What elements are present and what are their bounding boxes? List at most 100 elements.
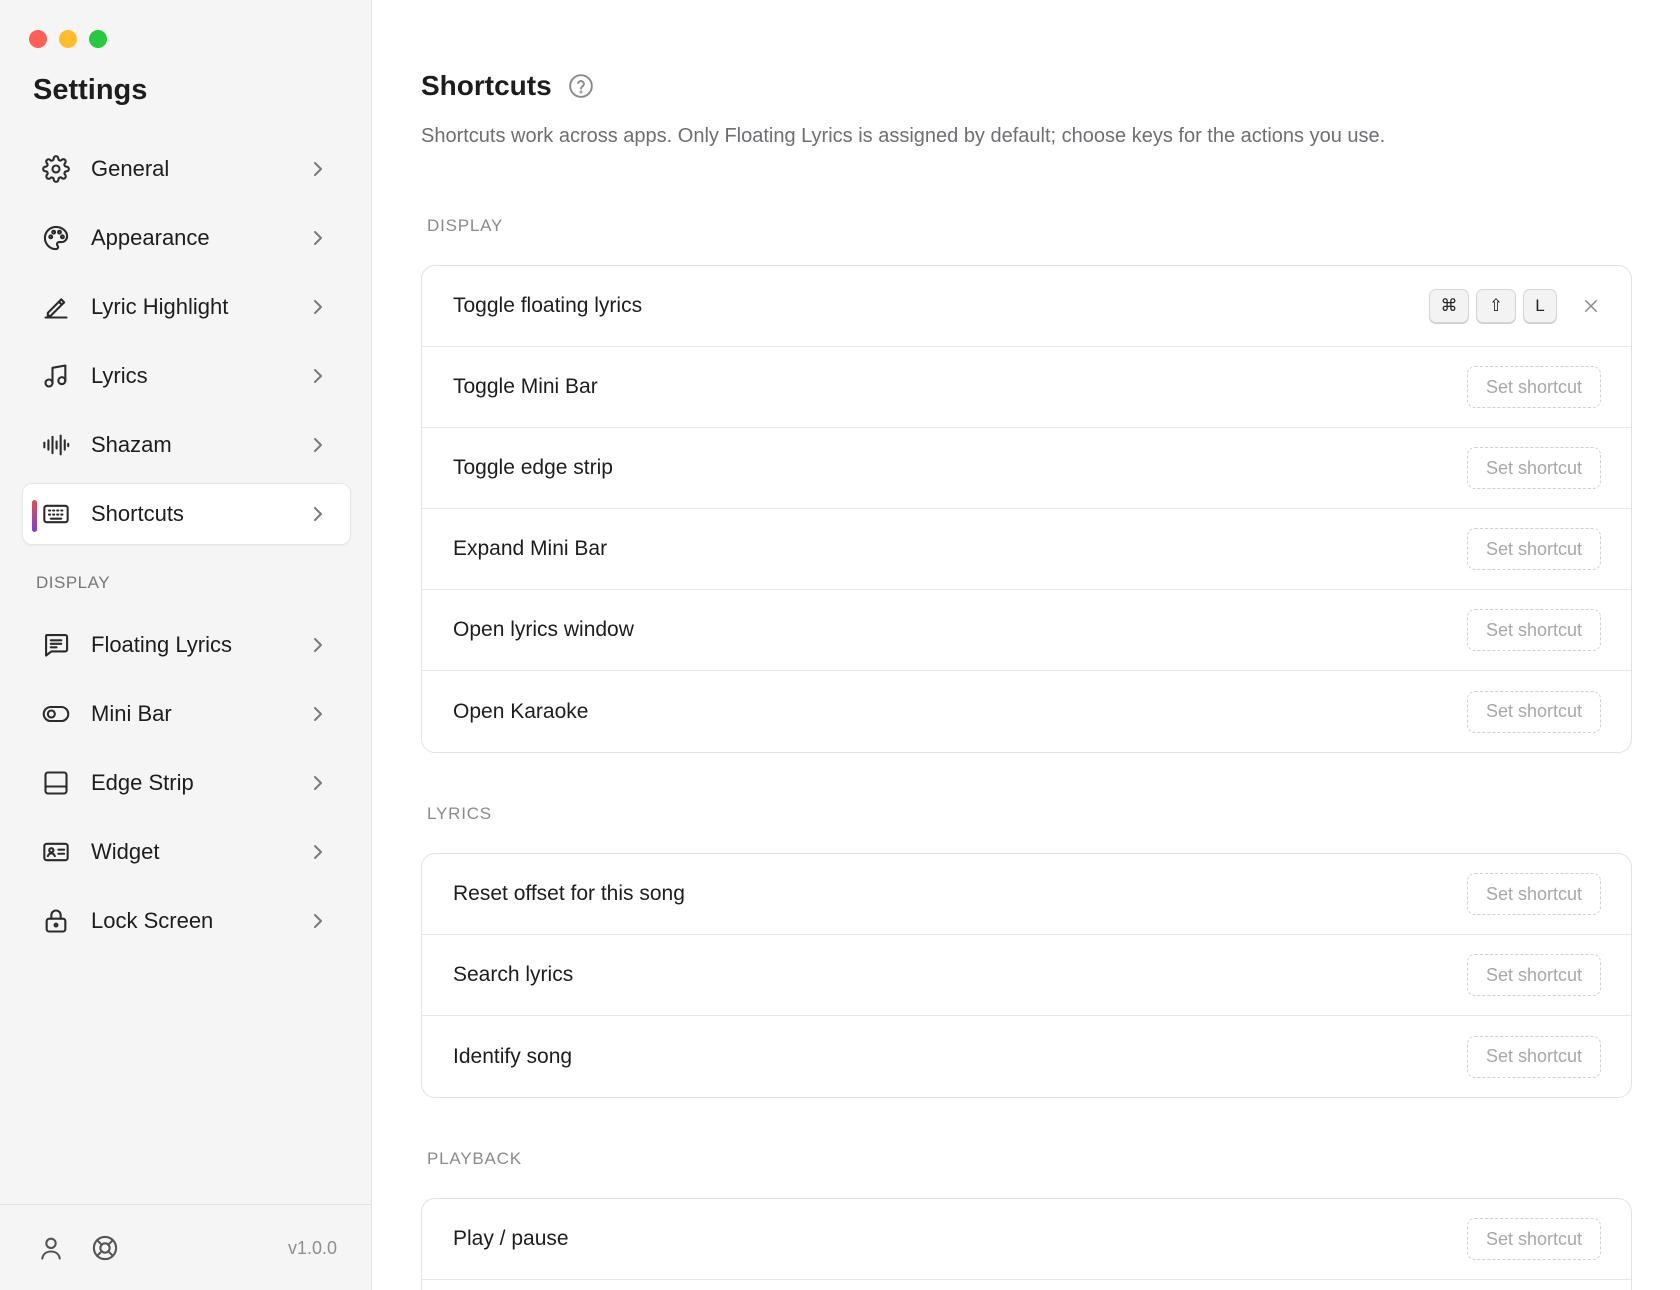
set-shortcut-button[interactable]: Set shortcut	[1467, 609, 1601, 651]
sidebar-footer: v1.0.0	[0, 1204, 371, 1290]
shortcut-label: Open Karaoke	[453, 699, 589, 723]
set-shortcut-button[interactable]: Set shortcut	[1467, 954, 1601, 996]
letter-key: L	[1523, 289, 1557, 323]
chevron-right-icon	[306, 502, 330, 526]
shortcut-label: Toggle edge strip	[453, 456, 613, 479]
set-shortcut-button[interactable]: Set shortcut	[1467, 366, 1601, 408]
set-shortcut-button[interactable]: Set shortcut	[1467, 873, 1601, 915]
sidebar-item-label: Lock Screen	[91, 908, 214, 933]
shortcut-row: Open lyrics window Set shortcut	[422, 590, 1631, 671]
close-window-button[interactable]	[29, 30, 47, 48]
toggle-icon	[41, 699, 71, 729]
page-title-row: Shortcuts	[421, 70, 594, 102]
maximize-window-button[interactable]	[89, 30, 107, 48]
chevron-right-icon	[306, 909, 330, 933]
sidebar-item-label: Edge Strip	[91, 770, 194, 795]
shortcuts-card-display: Toggle floating lyrics ⌘ ⇧ L Toggle Mini…	[421, 265, 1632, 753]
sidebar-item-edge-strip[interactable]: Edge Strip	[22, 752, 351, 814]
shift-key: ⇧	[1476, 289, 1516, 323]
sidebar-item-label: Lyric Highlight	[91, 294, 229, 319]
sidebar-section-display: DISPLAY	[36, 573, 111, 592]
section-label-lyrics: LYRICS	[427, 804, 492, 823]
shortcut-row: Toggle Mini Bar Set shortcut	[422, 347, 1631, 428]
minimize-window-button[interactable]	[59, 30, 77, 48]
sidebar-item-lock-screen[interactable]: Lock Screen	[22, 890, 351, 952]
page-description: Shortcuts work across apps. Only Floatin…	[421, 125, 1386, 147]
sidebar-item-appearance[interactable]: Appearance	[22, 207, 351, 269]
sidebar-item-general[interactable]: General	[22, 138, 351, 200]
music-note-icon	[41, 361, 71, 391]
chevron-right-icon	[306, 295, 330, 319]
sidebar-item-shazam[interactable]: Shazam	[22, 414, 351, 476]
lock-icon	[41, 906, 71, 936]
command-key: ⌘	[1429, 289, 1469, 323]
pen-icon	[41, 292, 71, 322]
set-shortcut-button[interactable]: Set shortcut	[1467, 528, 1601, 570]
sidebar-item-label: Lyrics	[91, 363, 148, 388]
sidebar-item-label: Shortcuts	[91, 501, 184, 526]
chevron-right-icon	[306, 226, 330, 250]
sidebar-item-label: Floating Lyrics	[91, 632, 233, 657]
sidebar-item-lyrics[interactable]: Lyrics	[22, 345, 351, 407]
window-controls	[29, 30, 107, 48]
clear-shortcut-button[interactable]	[1571, 286, 1611, 326]
help-lifebuoy-icon[interactable]	[91, 1234, 119, 1262]
set-shortcut-button[interactable]: Set shortcut	[1467, 447, 1601, 489]
set-shortcut-button[interactable]: Set shortcut	[1467, 690, 1601, 733]
id-card-icon	[41, 837, 71, 867]
chevron-right-icon	[306, 364, 330, 388]
sidebar-item-widget[interactable]: Widget	[22, 821, 351, 883]
sidebar-item-floating-lyrics[interactable]: Floating Lyrics	[22, 614, 351, 676]
shortcut-row: Expand Mini Bar Set shortcut	[422, 509, 1631, 590]
chevron-right-icon	[306, 157, 330, 181]
shortcut-label: Expand Mini Bar	[453, 537, 608, 560]
palette-icon	[41, 223, 71, 253]
message-icon	[41, 630, 71, 660]
shortcut-label: Toggle floating lyrics	[453, 294, 643, 317]
keyboard-icon	[41, 499, 71, 529]
chevron-right-icon	[306, 633, 330, 657]
chevron-right-icon	[306, 702, 330, 726]
shortcut-keys[interactable]: ⌘ ⇧ L	[1422, 286, 1611, 326]
sidebar-item-label: Appearance	[91, 225, 210, 250]
sidebar: Settings General Appearance Lyric Highli…	[0, 0, 372, 1290]
app-version: v1.0.0	[287, 1238, 337, 1258]
set-shortcut-button[interactable]: Set shortcut	[1467, 1035, 1601, 1078]
user-icon[interactable]	[37, 1234, 65, 1262]
sidebar-title: Settings	[33, 74, 148, 106]
shortcut-row: Toggle floating lyrics ⌘ ⇧ L	[422, 266, 1631, 347]
main-content: Shortcuts Shortcuts work across apps. On…	[373, 0, 1680, 1290]
shortcuts-card-lyrics: Reset offset for this song Set shortcut …	[421, 853, 1632, 1098]
shortcut-row: Identify song Set shortcut	[422, 1016, 1631, 1097]
chevron-right-icon	[306, 840, 330, 864]
shortcut-label: Search lyrics	[453, 963, 574, 986]
section-label-playback: PLAYBACK	[427, 1149, 522, 1168]
shortcut-label: Play / pause	[453, 1227, 569, 1250]
sidebar-item-label: General	[91, 156, 170, 181]
shortcut-row: Reset offset for this song Set shortcut	[422, 854, 1631, 935]
shortcut-label: Identify song	[453, 1044, 573, 1068]
sidebar-item-label: Mini Bar	[91, 701, 172, 726]
chevron-right-icon	[306, 433, 330, 457]
set-shortcut-button[interactable]: Set shortcut	[1467, 1218, 1601, 1260]
shortcut-label: Toggle Mini Bar	[453, 375, 598, 398]
sidebar-item-label: Widget	[91, 839, 160, 864]
question-circle-icon[interactable]	[568, 73, 594, 99]
sidebar-item-shortcuts[interactable]: Shortcuts	[22, 483, 351, 545]
sidebar-item-label: Shazam	[91, 432, 172, 457]
edge-panel-icon	[41, 768, 71, 798]
sidebar-item-lyric-highlight[interactable]: Lyric Highlight	[22, 276, 351, 338]
sidebar-nav: General Appearance Lyric Highlight Lyric…	[22, 138, 351, 959]
shortcut-label: Reset offset for this song	[453, 882, 685, 905]
shortcut-row: Search lyrics Set shortcut	[422, 935, 1631, 1016]
shortcut-row: Play / pause Set shortcut	[422, 1199, 1631, 1280]
section-label-display: DISPLAY	[427, 216, 504, 235]
sidebar-item-mini-bar[interactable]: Mini Bar	[22, 683, 351, 745]
shortcut-row: Open Karaoke Set shortcut	[422, 671, 1631, 752]
page-title: Shortcuts	[421, 70, 552, 101]
shortcuts-card-playback: Play / pause Set shortcut	[421, 1198, 1632, 1290]
close-icon	[1585, 300, 1597, 312]
chevron-right-icon	[306, 771, 330, 795]
shortcut-label: Open lyrics window	[453, 618, 634, 641]
waveform-icon	[41, 430, 71, 460]
